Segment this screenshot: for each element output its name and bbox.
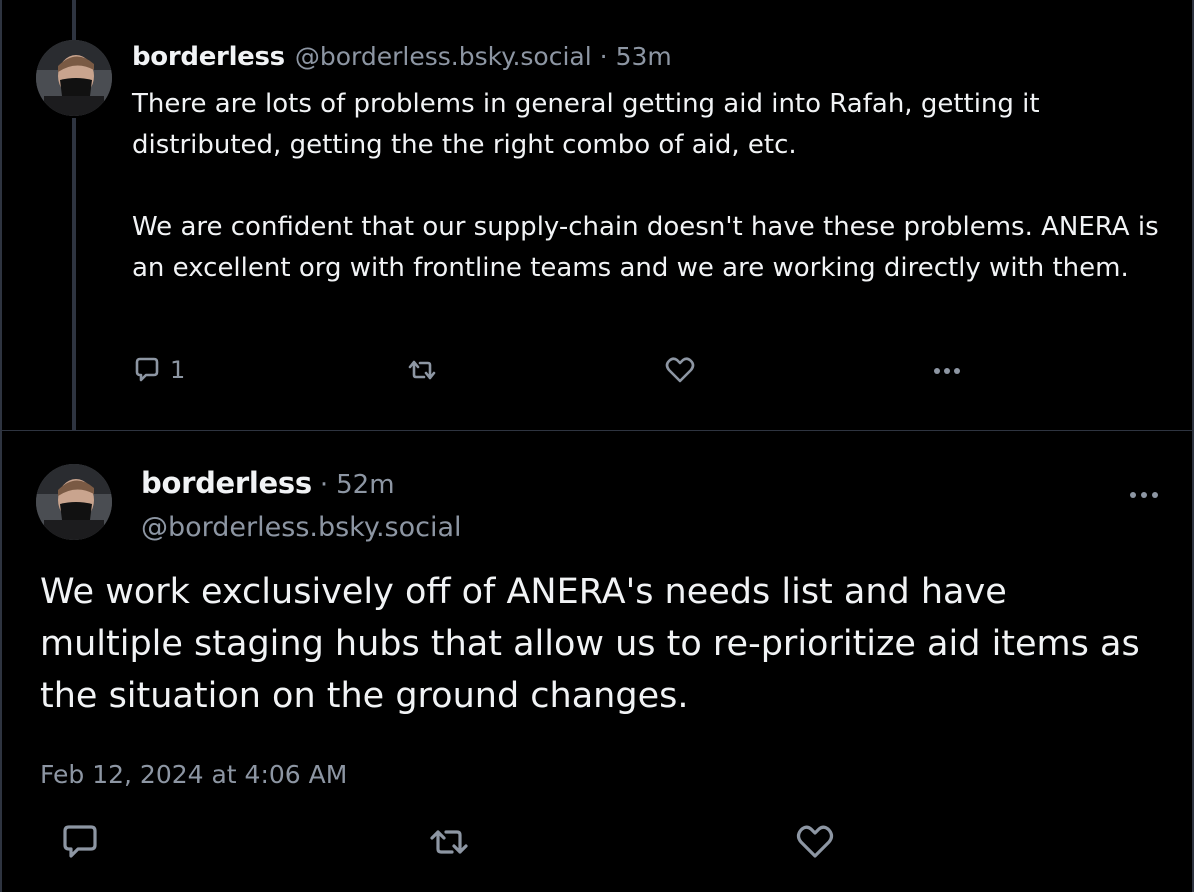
post-time[interactable]: 53m (616, 42, 672, 71)
post-paragraph: We are confident that our supply-chain d… (132, 212, 1159, 283)
repost-button[interactable] (404, 350, 440, 390)
main-post-body: We work exclusively off of ANERA's needs… (40, 566, 1160, 722)
more-dots-icon (1130, 492, 1158, 498)
post-divider (0, 430, 1194, 431)
post-paragraph: There are lots of problems in general ge… (132, 89, 1040, 160)
author-name[interactable]: borderless (132, 42, 285, 72)
thread-line (72, 118, 76, 430)
avatar[interactable] (36, 40, 112, 116)
separator: · (319, 470, 329, 500)
heart-icon (796, 825, 834, 858)
separator: · (599, 42, 608, 71)
heart-icon (665, 357, 695, 383)
more-options-button[interactable] (930, 350, 966, 390)
reply-count: 1 (170, 356, 186, 384)
reply-post-body: There are lots of problems in general ge… (132, 84, 1172, 289)
reply-post-actions: 1 (132, 350, 972, 390)
avatar-photo (36, 464, 112, 540)
repost-icon (430, 830, 468, 854)
post-timestamp[interactable]: Feb 12, 2024 at 4:06 AM (40, 760, 347, 789)
post-time[interactable]: 52m (336, 470, 394, 500)
avatar-photo (36, 40, 112, 116)
author-handle[interactable]: @borderless.bsky.social (141, 512, 462, 543)
repost-icon (408, 360, 436, 380)
like-button[interactable] (664, 350, 696, 390)
reply-button[interactable] (60, 822, 100, 862)
author-name[interactable]: borderless (141, 466, 312, 500)
reply-button[interactable]: 1 (132, 350, 185, 390)
reply-bubble-icon (135, 357, 159, 382)
main-post-actions (60, 820, 860, 864)
left-border (0, 0, 2, 892)
reply-bubble-icon (63, 825, 97, 858)
thread-line-top (72, 0, 76, 40)
post-text: We work exclusively off of ANERA's needs… (40, 572, 1140, 716)
repost-button[interactable] (426, 822, 472, 862)
more-options-button[interactable] (1124, 480, 1164, 510)
main-post-header: borderless · 52m (141, 466, 395, 506)
reply-post-header: borderless @borderless.bsky.social · 53m (132, 42, 672, 78)
more-dots-icon (934, 368, 960, 374)
author-handle[interactable]: @borderless.bsky.social (295, 42, 592, 71)
like-button[interactable] (794, 822, 836, 862)
avatar[interactable] (36, 464, 112, 540)
